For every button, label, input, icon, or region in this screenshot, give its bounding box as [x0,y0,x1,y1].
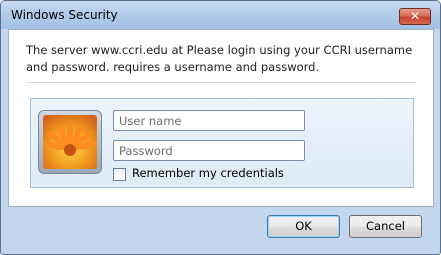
remember-credentials-checkbox[interactable] [113,168,126,181]
user-tile-avatar [38,110,102,174]
window-title: Windows Security [11,8,118,22]
cancel-button[interactable]: Cancel [349,215,422,238]
title-bar[interactable]: Windows Security ✕ [1,1,440,29]
dialog-content: The server www.ccri.edu at Please login … [8,29,434,207]
password-input[interactable] [113,140,305,161]
credential-tile: Remember my credentials [30,98,414,188]
username-input[interactable] [113,110,305,131]
close-icon: ✕ [409,9,421,23]
flower-user-tile-icon [43,115,97,169]
ok-button[interactable]: OK [267,215,340,238]
close-button[interactable]: ✕ [399,8,431,25]
separator-line [26,82,416,83]
server-message: The server www.ccri.edu at Please login … [26,43,413,74]
windows-security-dialog: Windows Security ✕ The server www.ccri.e… [0,0,441,255]
remember-credentials-label[interactable]: Remember my credentials [132,166,284,180]
